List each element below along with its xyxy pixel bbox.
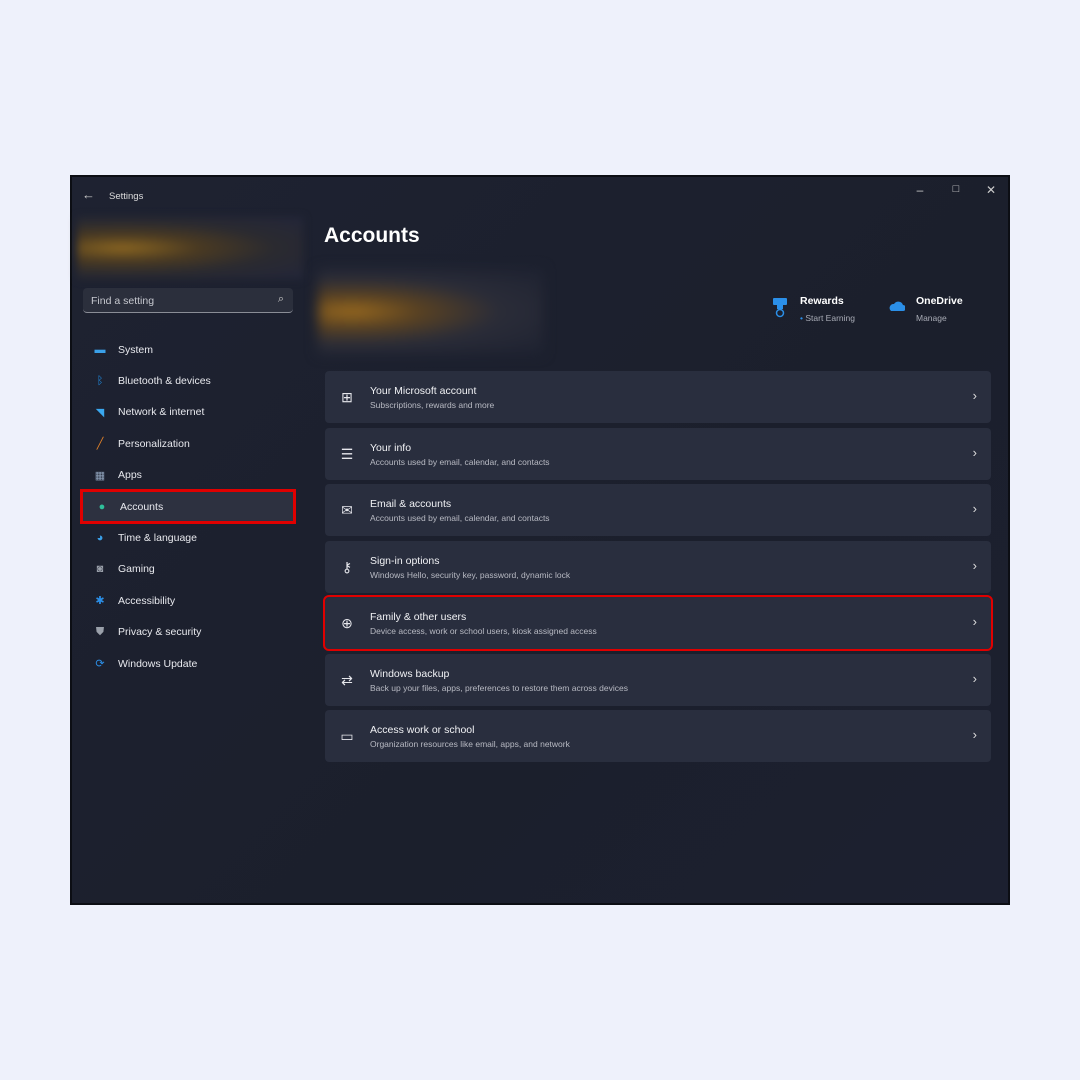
windows-logo-icon: ⊞ — [341, 389, 353, 405]
maximize-button[interactable]: □ — [946, 183, 966, 195]
sidebar-item-label: Gaming — [118, 563, 155, 576]
shield-icon: ⛊ — [95, 625, 105, 638]
search-icon: ⌕ — [277, 293, 284, 305]
sidebar-item-label: System — [118, 343, 154, 356]
card-title: Your Microsoft account — [370, 385, 477, 397]
close-button[interactable]: ✕ — [981, 183, 1001, 197]
card-subtitle: Back up your files, apps, preferences to… — [370, 682, 628, 693]
person-list-icon: ☰ — [340, 445, 354, 462]
mail-icon: ✉ — [341, 502, 353, 518]
card-sign-in-options[interactable]: ⚷ Sign-in options Windows Hello, security … — [325, 540, 991, 593]
back-arrow-icon[interactable]: ← — [82, 187, 95, 202]
backup-icon: ⇄ — [341, 671, 353, 688]
sidebar-item-label: Bluetooth & devices — [118, 375, 211, 388]
card-subtitle: Windows Hello, security key, password, d… — [370, 569, 571, 580]
sidebar-nav: ▬ System ᛒ Bluetooth & devices ◥ Network & in… — [80, 334, 296, 679]
account-settings-list: ⊞ Your Microsoft account Subscriptions, re… — [323, 371, 993, 767]
card-your-info[interactable]: ☰ Your info Accounts used by email, calend… — [325, 427, 991, 480]
sidebar-item-system[interactable]: ▬ System — [80, 334, 296, 365]
card-subtitle: Organization resources like email, apps,… — [370, 739, 570, 749]
chevron-right-icon: › — [972, 388, 977, 403]
sidebar-item-apps[interactable]: ▦ Apps — [80, 460, 296, 491]
sidebar-item-label: Apps — [118, 469, 142, 482]
sidebar-item-label: Accounts — [120, 500, 164, 513]
chevron-right-icon: › — [972, 444, 977, 460]
sidebar-item-bluetooth-devices[interactable]: ᛒ Bluetooth & devices — [80, 365, 296, 396]
sidebar-item-accounts[interactable]: ● Accounts — [80, 488, 296, 525]
globe-clock-icon: ◕ — [96, 532, 104, 545]
card-subtitle: Accounts used by email, calendar, and co… — [370, 456, 550, 467]
card-family-other-users[interactable]: ⊕ Family & other users Device access, work… — [323, 595, 993, 651]
sidebar-item-label: Accessibility — [118, 594, 176, 607]
sidebar-item-personalization[interactable]: ╱ Personalization — [80, 428, 296, 459]
user-avatar-blurred — [77, 217, 303, 279]
person-icon: ● — [98, 500, 106, 513]
briefcase-icon: ▭ — [340, 728, 354, 744]
chevron-right-icon: › — [972, 670, 977, 686]
gamepad-icon: ◙ — [96, 563, 104, 576]
sidebar-item-label: Time & language — [118, 532, 197, 545]
sidebar-item-accessibility[interactable]: ✱ Accessibility — [80, 585, 296, 616]
chevron-right-icon: › — [972, 501, 977, 516]
search-placeholder: Find a setting — [91, 295, 155, 307]
card-subtitle: Subscriptions, rewards and more — [370, 400, 495, 410]
sidebar-item-label: Network & internet — [118, 406, 205, 419]
onedrive-cloud-icon — [889, 301, 905, 311]
sidebar-item-gaming[interactable]: ◙ Gaming — [80, 554, 296, 585]
card-title: Access work or school — [370, 724, 475, 736]
card-title: Sign-in options — [370, 554, 440, 567]
minimize-button[interactable]: – — [910, 183, 930, 197]
apps-icon: ▦ — [94, 469, 106, 482]
search-input[interactable]: Find a setting ⌕ — [83, 288, 293, 313]
person-add-icon: ⊕ — [341, 615, 353, 631]
update-icon: ⟳ — [95, 658, 105, 671]
settings-window: ← Settings – □ ✕ Find a setting ⌕ ▬ Syste… — [70, 175, 1010, 905]
card-subtitle: Accounts used by email, calendar, and co… — [370, 513, 550, 523]
sidebar-item-windows-update[interactable]: ⟳ Windows Update — [80, 648, 296, 679]
bluetooth-icon: ᛒ — [96, 375, 104, 388]
sidebar-item-label: Windows Update — [118, 657, 198, 670]
page-title: Accounts — [324, 224, 420, 247]
onedrive-title: OneDrive — [916, 295, 963, 307]
profile-picture-blurred — [318, 269, 543, 354]
rewards-title: Rewards — [800, 295, 844, 307]
chevron-right-icon: › — [972, 557, 977, 573]
card-your-microsoft-account[interactable]: ⊞ Your Microsoft account Subscriptions, re… — [325, 371, 991, 423]
card-title: Windows backup — [370, 667, 450, 680]
card-subtitle: Device access, work or school users, kio… — [370, 626, 597, 636]
rewards-subtitle: Start Earning — [805, 313, 855, 323]
wifi-icon: ◥ — [95, 406, 105, 419]
card-title: Family & other users — [370, 611, 467, 623]
card-windows-backup[interactable]: ⇄ Windows backup Back up your files, apps,… — [325, 653, 991, 706]
rewards-icon — [773, 298, 787, 318]
chevron-right-icon: › — [972, 614, 977, 629]
card-access-work-or-school[interactable]: ▭ Access work or school Organization resou… — [325, 710, 991, 762]
app-title: Settings — [109, 191, 144, 202]
monitor-icon: ▬ — [94, 343, 106, 356]
key-icon: ⚷ — [341, 558, 353, 575]
sidebar-item-privacy-security[interactable]: ⛊ Privacy & security — [80, 617, 296, 648]
card-title: Your info — [370, 441, 412, 454]
accessibility-icon: ✱ — [95, 595, 105, 608]
sidebar-item-label: Privacy & security — [118, 626, 202, 639]
card-title: Email & accounts — [370, 498, 452, 510]
brush-icon: ╱ — [96, 438, 104, 451]
sidebar-item-network-internet[interactable]: ◥ Network & internet — [80, 397, 296, 428]
rewards-link[interactable]: Rewards • Start Earning — [772, 295, 855, 323]
title-bar: ← Settings – □ ✕ — [72, 177, 1008, 213]
onedrive-link[interactable]: OneDrive Manage — [887, 295, 963, 323]
sidebar-item-label: Personalization — [118, 437, 190, 450]
onedrive-subtitle: Manage — [916, 313, 947, 323]
chevron-right-icon: › — [972, 727, 977, 742]
sidebar-item-time-language[interactable]: ◕ Time & language — [80, 522, 296, 553]
card-email-accounts[interactable]: ✉ Email & accounts Accounts used by email,… — [325, 484, 991, 536]
